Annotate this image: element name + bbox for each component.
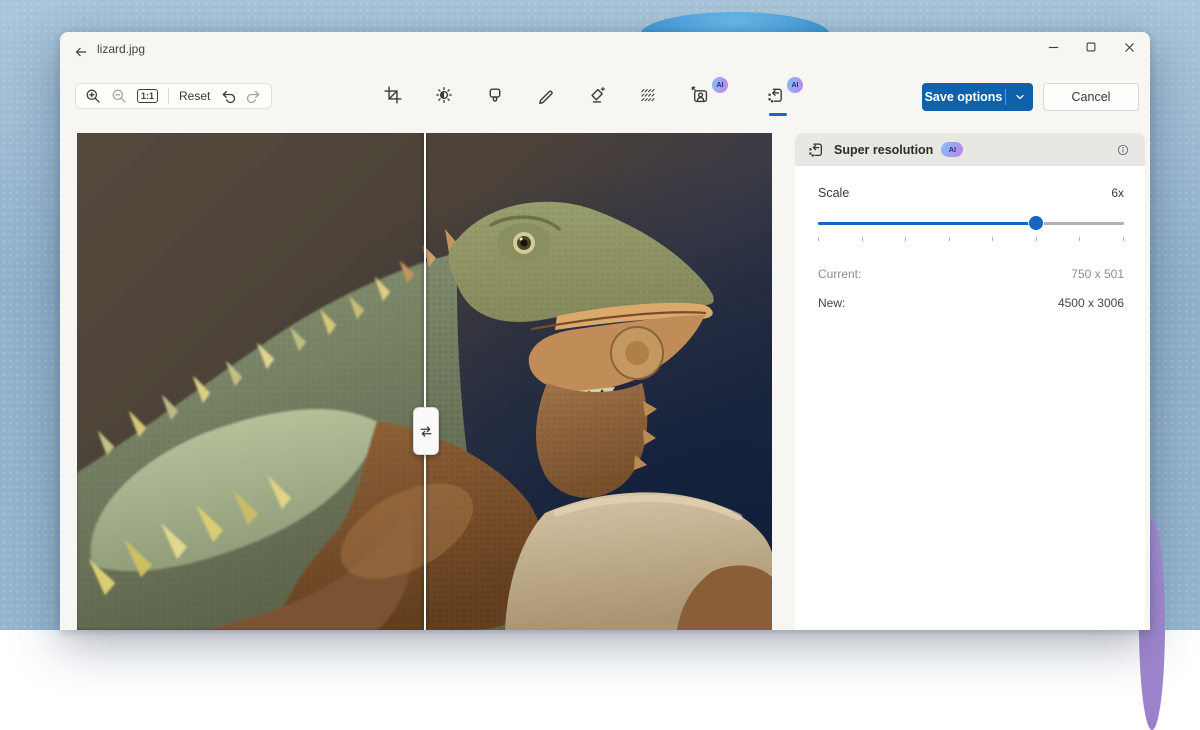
tool-background[interactable]: AI — [684, 80, 728, 110]
save-options-label: Save options — [922, 90, 1005, 104]
upscale-icon — [766, 86, 784, 104]
info-button[interactable] — [1111, 138, 1135, 162]
new-size-label: New: — [818, 296, 845, 310]
slider-tick — [1123, 237, 1124, 241]
scale-value: 6x — [1111, 186, 1124, 200]
slider-thumb[interactable] — [1029, 216, 1043, 230]
redo-button[interactable] — [241, 85, 267, 107]
swap-arrows-icon — [418, 423, 434, 439]
new-size-row: New: 4500 x 3006 — [818, 296, 1124, 310]
view-controls-group: 1:1 Reset — [75, 83, 272, 109]
super-resolution-icon — [807, 141, 824, 158]
slider-tick — [1036, 237, 1037, 241]
super-resolution-panel: Super resolution AI Scale 6x Cur — [795, 133, 1145, 630]
minimize-icon — [1046, 40, 1061, 55]
current-size-row: Current: 750 x 501 — [818, 267, 1124, 281]
back-button[interactable] — [68, 41, 94, 63]
filter-icon — [486, 86, 504, 104]
info-icon — [1117, 142, 1129, 158]
tool-filter[interactable] — [480, 80, 510, 110]
hatch-icon — [639, 86, 657, 104]
arrow-left-icon — [74, 44, 88, 60]
portrait-icon — [691, 86, 709, 104]
magnifier-minus-icon — [111, 88, 127, 104]
slider-ticks — [818, 237, 1124, 241]
chevron-down-icon — [1013, 90, 1027, 104]
minimize-button[interactable] — [1034, 32, 1072, 62]
panel-body: Scale 6x Current: 750 x 501 New: 4500 x … — [795, 166, 1145, 630]
panel-title: Super resolution — [834, 143, 933, 157]
current-size-value: 750 x 501 — [1071, 267, 1124, 281]
cancel-button[interactable]: Cancel — [1043, 83, 1139, 111]
toolbar-divider — [168, 88, 169, 104]
tool-markup[interactable] — [531, 80, 561, 110]
ai-badge: AI — [787, 77, 803, 93]
magnifier-plus-icon — [85, 88, 101, 104]
reset-button[interactable]: Reset — [174, 85, 215, 107]
compare-slider-handle[interactable] — [413, 407, 439, 455]
close-button[interactable] — [1110, 32, 1148, 62]
desktop-background: lizard.jpg — [0, 0, 1200, 630]
window-title: lizard.jpg — [97, 41, 145, 57]
image-canvas — [77, 133, 772, 630]
close-icon — [1122, 40, 1137, 55]
eraser-sparkle-icon — [588, 86, 606, 104]
zoom-out-button[interactable] — [106, 85, 132, 107]
maximize-icon — [1084, 40, 1098, 54]
zoom-in-button[interactable] — [80, 85, 106, 107]
slider-tick — [905, 237, 906, 241]
compare-divider-line — [424, 133, 426, 630]
save-dropdown-button[interactable] — [1006, 90, 1033, 104]
undo-button[interactable] — [215, 85, 241, 107]
tool-background-blur[interactable] — [633, 80, 663, 110]
actual-size-button[interactable]: 1:1 — [132, 85, 163, 107]
slider-tick — [992, 237, 993, 241]
redo-arrow-icon — [246, 88, 262, 104]
selected-tool-underline — [769, 113, 787, 116]
ai-badge: AI — [712, 77, 728, 93]
toolbar: 1:1 Reset AI AI Save options — [60, 76, 1150, 116]
ai-badge: AI — [941, 142, 963, 157]
photos-editor-window: lizard.jpg — [60, 32, 1150, 630]
pen-icon — [537, 86, 555, 104]
sun-icon — [435, 86, 453, 104]
panel-header: Super resolution AI — [795, 133, 1145, 166]
slider-tick — [818, 237, 819, 241]
tool-super-resolution[interactable]: AI — [759, 80, 803, 110]
slider-tick — [1079, 237, 1080, 241]
current-size-label: Current: — [818, 267, 861, 281]
tool-adjust[interactable] — [429, 80, 459, 110]
slider-tick — [949, 237, 950, 241]
one-to-one-icon: 1:1 — [137, 89, 158, 103]
scale-label: Scale — [818, 186, 849, 200]
undo-arrow-icon — [220, 88, 236, 104]
new-size-value: 4500 x 3006 — [1058, 296, 1124, 310]
titlebar: lizard.jpg — [60, 32, 1150, 66]
tool-crop[interactable] — [378, 80, 408, 110]
maximize-button[interactable] — [1072, 32, 1110, 62]
window-controls — [1034, 32, 1148, 62]
scale-row: Scale 6x — [818, 186, 1124, 200]
slider-fill — [818, 222, 1036, 225]
scale-slider[interactable] — [818, 216, 1124, 230]
tool-erase[interactable] — [582, 80, 612, 110]
crop-icon — [384, 86, 402, 104]
slider-tick — [862, 237, 863, 241]
edit-tools: AI AI — [378, 80, 803, 110]
save-options-button[interactable]: Save options — [922, 83, 1033, 111]
